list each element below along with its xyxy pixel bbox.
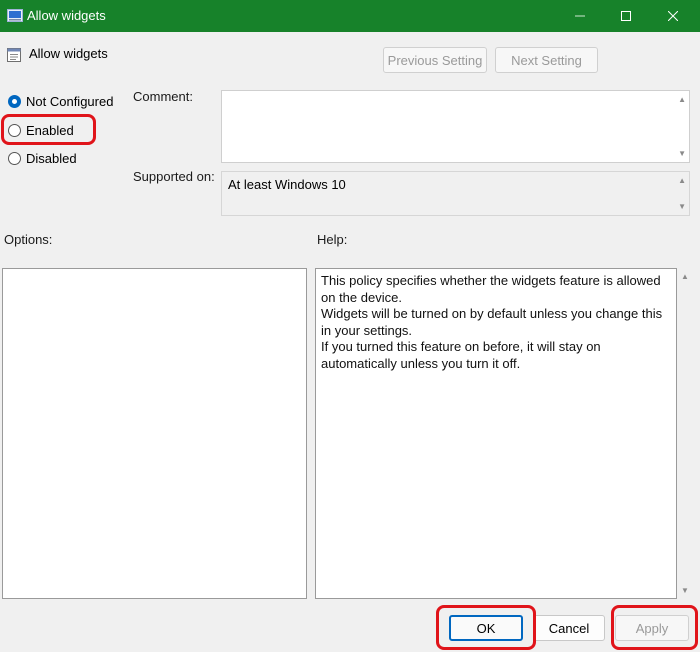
options-panel [2, 268, 307, 599]
close-button[interactable] [650, 0, 696, 32]
scroll-down-icon[interactable]: ▼ [681, 586, 689, 595]
supported-on-value: At least Windows 10 [228, 177, 346, 192]
radio-not-configured[interactable]: Not Configured [8, 92, 113, 110]
options-label: Options: [4, 232, 53, 247]
help-panel: This policy specifies whether the widget… [315, 268, 677, 599]
comment-input[interactable]: ▲ ▼ [221, 90, 690, 163]
help-text: This policy specifies whether the widget… [321, 273, 671, 372]
window-title: Allow widgets [27, 8, 106, 23]
policy-setting-icon [7, 48, 21, 62]
help-paragraph: This policy specifies whether the widget… [321, 273, 661, 305]
title-bar: Allow widgets [0, 0, 700, 32]
highlight-ok-annotation [436, 605, 536, 650]
radio-disabled-control[interactable] [8, 151, 21, 165]
radio-not-configured-label: Not Configured [26, 93, 114, 109]
comment-label: Comment: [133, 89, 193, 104]
scroll-up-icon[interactable]: ▲ [681, 272, 689, 281]
minimize-icon [575, 15, 585, 17]
policy-app-icon [7, 9, 23, 22]
highlight-apply-annotation [611, 605, 698, 650]
supported-on-label: Supported on: [133, 169, 215, 184]
radio-disabled-label: Disabled [26, 150, 77, 166]
minimize-button[interactable] [557, 0, 603, 32]
maximize-button[interactable] [603, 0, 649, 32]
previous-setting-button[interactable]: Previous Setting [383, 47, 487, 73]
help-label: Help: [317, 232, 348, 247]
scroll-down-icon[interactable]: ▼ [678, 149, 686, 158]
setting-title: Allow widgets [29, 46, 108, 61]
cancel-button[interactable]: Cancel [533, 615, 605, 641]
radio-disabled[interactable]: Disabled [8, 149, 77, 167]
next-setting-button[interactable]: Next Setting [495, 47, 598, 73]
radio-not-configured-control[interactable] [8, 94, 21, 108]
scroll-down-icon[interactable]: ▼ [678, 202, 686, 211]
scroll-up-icon[interactable]: ▲ [678, 95, 686, 104]
supported-on-field: At least Windows 10 ▲ ▼ [221, 171, 690, 216]
maximize-icon [621, 11, 631, 21]
help-paragraph: Widgets will be turned on by default unl… [321, 306, 663, 338]
close-icon [668, 11, 678, 21]
highlight-enabled-annotation [1, 114, 96, 145]
help-scrollbar[interactable]: ▲ ▼ [677, 268, 693, 599]
scroll-up-icon[interactable]: ▲ [678, 176, 686, 185]
help-paragraph: If you turned this feature on before, it… [321, 339, 601, 371]
